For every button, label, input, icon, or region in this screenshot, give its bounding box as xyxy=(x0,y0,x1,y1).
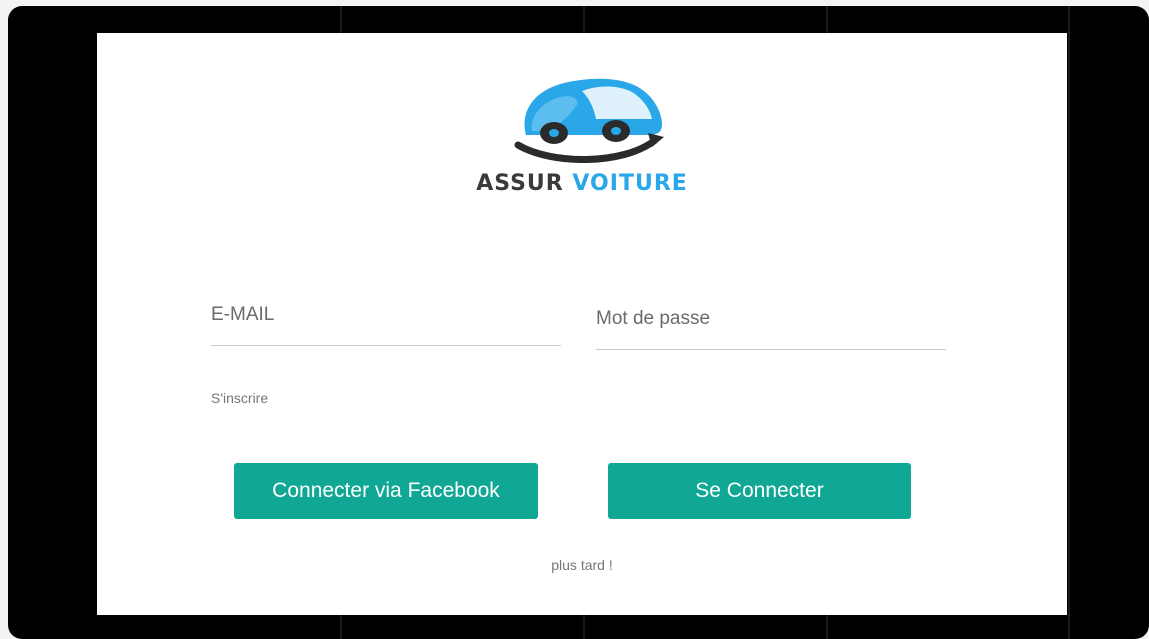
brand-name: ASSUR VOITURE xyxy=(97,171,1067,196)
later-link[interactable]: plus tard ! xyxy=(97,557,1067,573)
brand-logo: ASSUR VOITURE xyxy=(97,73,1067,203)
password-field-wrapper xyxy=(596,299,946,350)
facebook-login-button[interactable]: Connecter via Facebook xyxy=(234,463,538,519)
login-panel: ASSUR VOITURE S'inscrire Connecter via F… xyxy=(97,33,1067,615)
background-divider xyxy=(1068,6,1070,639)
brand-word-assur: ASSUR xyxy=(476,171,564,196)
password-input[interactable] xyxy=(596,299,946,339)
email-field-wrapper xyxy=(211,295,561,346)
login-button[interactable]: Se Connecter xyxy=(608,463,911,519)
brand-word-voiture: VOITURE xyxy=(572,171,688,196)
window-frame: ASSUR VOITURE S'inscrire Connecter via F… xyxy=(8,6,1149,639)
email-input[interactable] xyxy=(211,295,561,335)
car-logo-icon xyxy=(514,78,664,163)
signup-link[interactable]: S'inscrire xyxy=(211,390,268,406)
